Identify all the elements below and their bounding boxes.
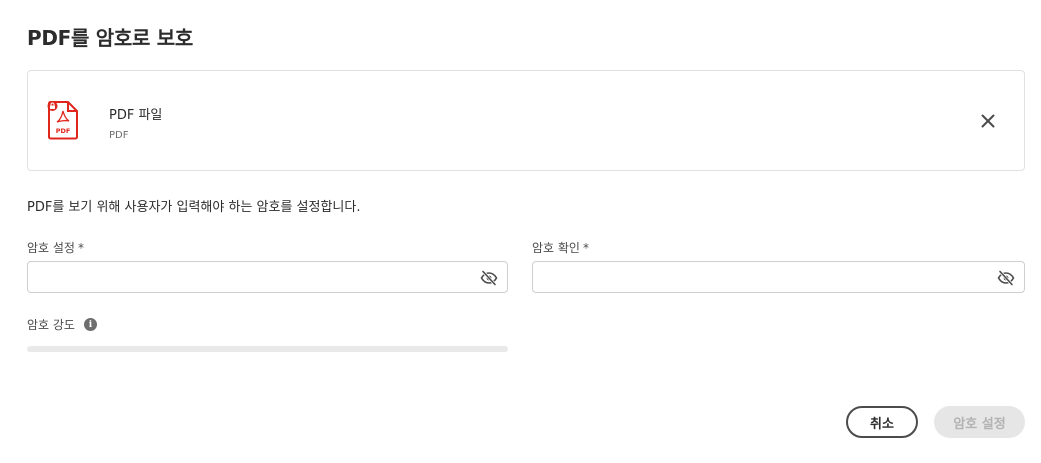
remove-file-button[interactable]	[978, 111, 998, 131]
password-input[interactable]	[28, 262, 507, 292]
required-mark: *	[77, 241, 84, 255]
cancel-button[interactable]: 취소	[846, 406, 918, 438]
protect-pdf-dialog: PDF를 암호로 보호 PDF PDF 파일 PDF PDF를 보기 위해 사용…	[0, 0, 1041, 463]
file-type: PDF	[109, 130, 129, 141]
confirm-password-label: 암호 확인 *	[532, 241, 589, 255]
password-strength-meter	[27, 346, 508, 352]
password-label: 암호 설정 *	[27, 241, 84, 255]
eye-off-icon	[480, 270, 498, 286]
required-mark: *	[582, 241, 589, 255]
file-card: PDF PDF 파일 PDF	[27, 70, 1025, 171]
pdf-file-icon: PDF	[47, 100, 79, 140]
eye-off-icon	[997, 270, 1015, 286]
confirm-password-field	[532, 261, 1025, 293]
toggle-password-visibility-button[interactable]	[480, 269, 498, 287]
info-icon[interactable]: i	[83, 318, 97, 331]
svg-text:PDF: PDF	[56, 127, 71, 135]
confirm-password-input[interactable]	[533, 262, 1024, 292]
dialog-title: PDF를 암호로 보호	[27, 26, 193, 50]
description-text: PDF를 보기 위해 사용자가 입력해야 하는 암호를 설정합니다.	[27, 200, 361, 215]
password-field	[27, 261, 508, 293]
file-name: PDF 파일	[109, 108, 163, 123]
toggle-confirm-visibility-button[interactable]	[997, 269, 1015, 287]
close-icon	[981, 114, 995, 128]
password-strength-label: 암호 강도 i	[27, 316, 97, 333]
set-password-button[interactable]: 암호 설정	[934, 406, 1025, 438]
